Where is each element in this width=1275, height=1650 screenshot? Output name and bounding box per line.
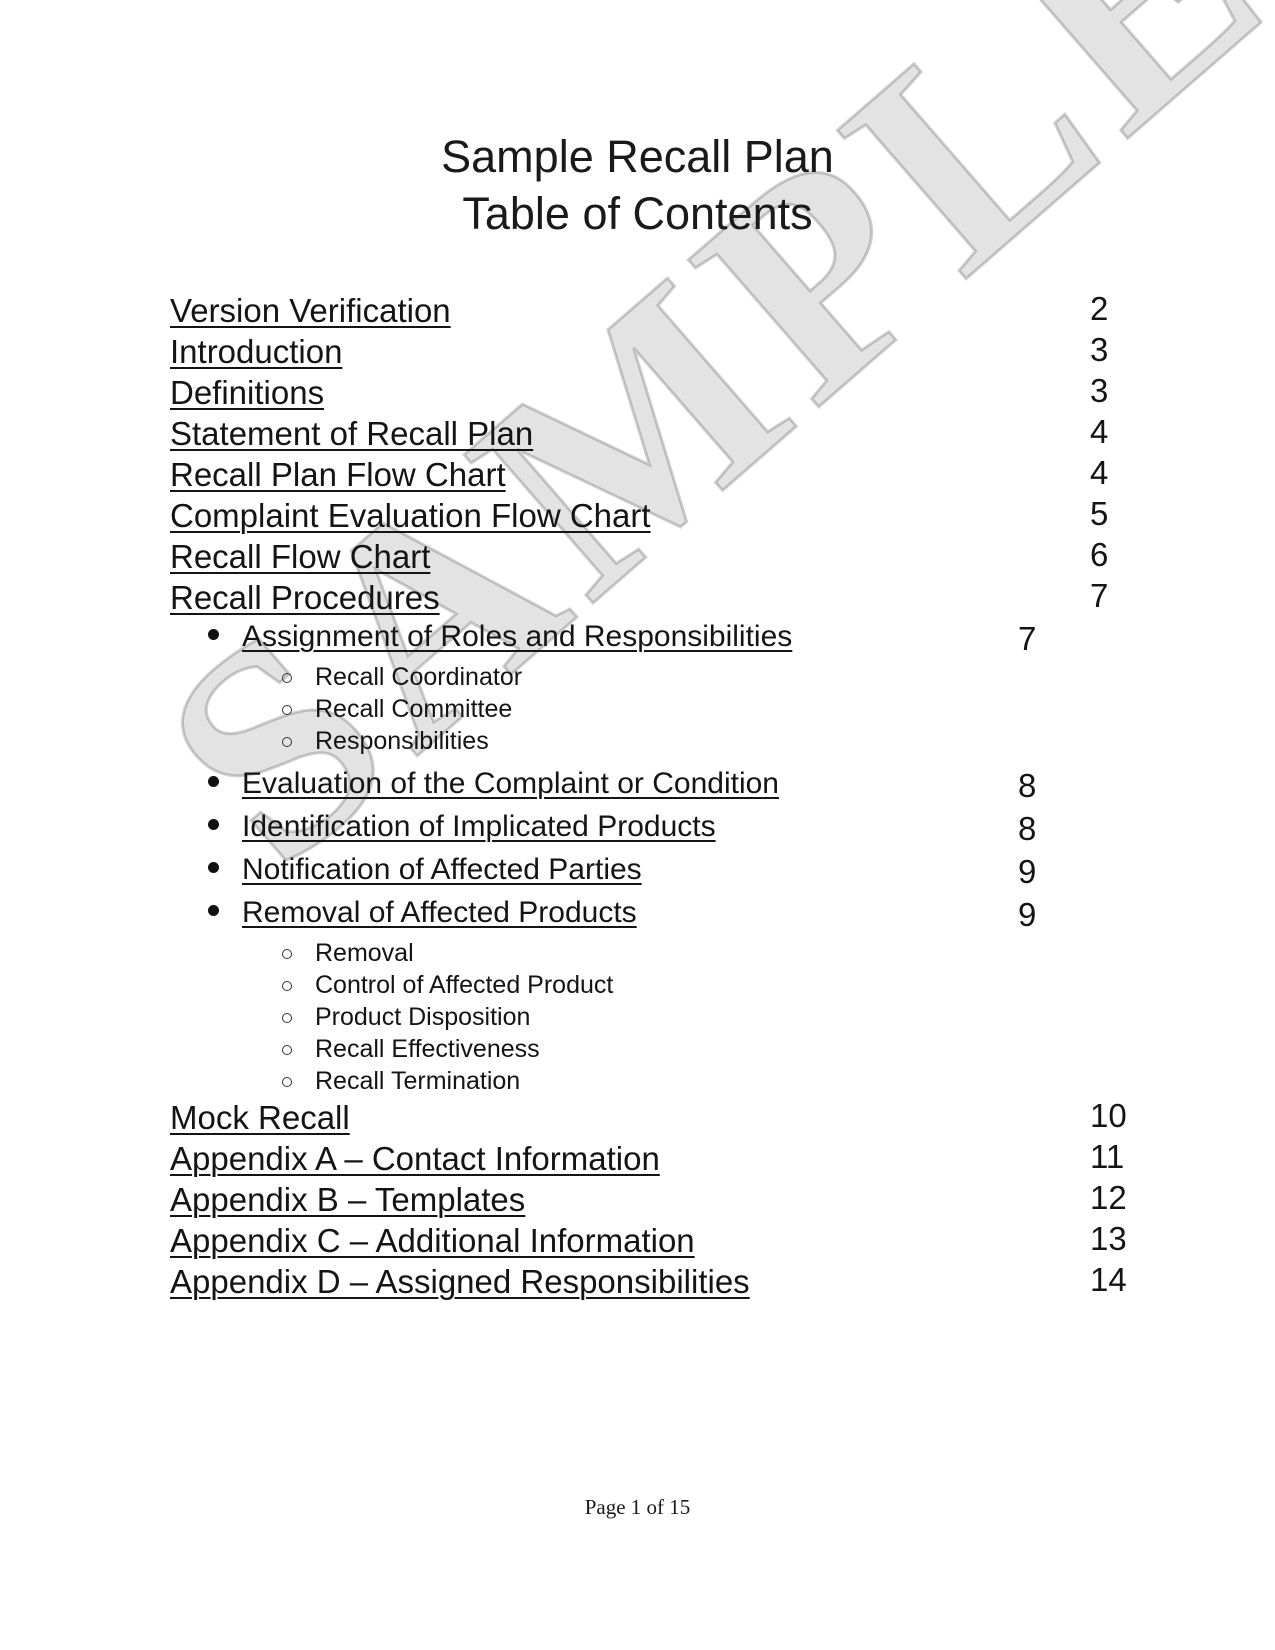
toc-entry[interactable]: Control of Affected Product (170, 971, 1110, 1003)
toc-entry[interactable]: Recall Plan Flow Chart 4 (170, 454, 1110, 497)
toc-entry[interactable]: Recall Flow Chart 6 (170, 536, 1110, 579)
toc-entry-label: Appendix A – Contact Information (170, 1140, 660, 1177)
toc-entry-page-number: 7 (1090, 577, 1109, 614)
toc-entry-label: Complaint Evaluation Flow Chart (170, 497, 651, 534)
toc-entry-label: Introduction (170, 333, 343, 370)
toc-entry-label: Appendix C – Additional Information (170, 1222, 695, 1259)
title-line-2: Table of Contents (462, 188, 813, 239)
page-footer: Page 1 of 15 (584, 1495, 691, 1519)
toc-entry-label: Definitions (170, 374, 325, 411)
bullet-circle-icon (282, 705, 292, 715)
toc-entry-page-number: 10 (1090, 1097, 1127, 1134)
toc-entry-page-number: 4 (1090, 413, 1109, 450)
bullet-circle-icon (282, 949, 292, 959)
toc-entry-label: Appendix D – Assigned Responsibilities (170, 1263, 750, 1300)
toc-entry[interactable]: Product Disposition (170, 1003, 1110, 1035)
toc-entry[interactable]: Introduction 3 (170, 331, 1110, 374)
toc-entry-label: Recall Committee (315, 695, 513, 723)
toc-entry-label: Recall Coordinator (315, 663, 523, 691)
bullet-circle-icon (282, 1013, 292, 1023)
toc-entry[interactable]: Notification of Affected Parties 9 (170, 853, 1110, 896)
toc-entry-label: Statement of Recall Plan (170, 415, 534, 452)
toc-entry[interactable]: Recall Coordinator (170, 663, 1110, 695)
toc-entry-page-number: 8 (1018, 810, 1037, 847)
toc-entry-page-number: 13 (1090, 1220, 1127, 1257)
bullet-circle-icon (282, 1077, 292, 1087)
bullet-disc-icon (208, 776, 219, 787)
toc-entry-page-number: 14 (1090, 1261, 1127, 1298)
toc-entry-page-number: 7 (1018, 620, 1037, 657)
toc-entry[interactable]: Recall Termination (170, 1067, 1110, 1099)
page-title: Sample Recall Plan Table of Contents (0, 128, 1275, 242)
bullet-disc-icon (208, 905, 219, 916)
toc-entry-page-number: 11 (1090, 1138, 1125, 1175)
toc-entry[interactable]: Recall Committee (170, 695, 1110, 727)
toc-entry[interactable]: Version Verification 2 (170, 290, 1110, 333)
toc-entry[interactable]: Recall Procedures 7 (170, 577, 1110, 620)
toc-entry-label: Recall Flow Chart (170, 538, 431, 575)
bullet-disc-icon (208, 629, 219, 640)
toc-entry-label: Removal of Affected Products (242, 896, 637, 929)
toc-entry-label: Product Disposition (315, 1003, 531, 1031)
title-line-1: Sample Recall Plan (441, 131, 834, 182)
toc-entry-page-number: 8 (1018, 767, 1037, 804)
toc-entry-label: Identification of Implicated Products (242, 810, 716, 843)
toc-entry-label: Removal (315, 939, 414, 967)
toc-entry-page-number: 4 (1090, 454, 1109, 491)
toc-entry[interactable]: Complaint Evaluation Flow Chart 5 (170, 495, 1110, 538)
toc-entry-page-number: 6 (1090, 536, 1109, 573)
toc-entry-label: Notification of Affected Parties (242, 853, 642, 886)
toc-entry-label: Recall Procedures (170, 579, 440, 616)
toc-entry[interactable]: Removal (170, 939, 1110, 971)
toc-entry[interactable]: Appendix C – Additional Information 13 (170, 1220, 1127, 1263)
toc-entry-label: Appendix B – Templates (170, 1181, 526, 1218)
toc-entry[interactable]: Appendix A – Contact Information 11 (170, 1138, 1124, 1181)
toc-entry[interactable]: Removal of Affected Products 9 (170, 896, 1110, 939)
bullet-circle-icon (282, 673, 292, 683)
toc-entry[interactable]: Responsibilities (170, 727, 1110, 759)
toc-entry[interactable]: Assignment of Roles and Responsibilities… (170, 620, 1110, 663)
toc-entry-page-number: 2 (1090, 290, 1109, 327)
toc-entry-label: Recall Termination (315, 1067, 521, 1095)
toc-entry-label: Evaluation of the Complaint or Condition (242, 767, 779, 800)
toc-entry[interactable]: Appendix B – Templates 12 (170, 1179, 1127, 1222)
toc-entry-page-number: 3 (1090, 331, 1109, 368)
table-of-contents: Version Verification 2 Introduction 3 Defini… (170, 290, 1127, 1304)
toc-entry-label: Mock Recall (170, 1099, 350, 1136)
document-page: SAMPLE SAMPLE Sample Recall Plan Table o… (0, 0, 1275, 1650)
toc-entry[interactable]: Appendix D – Assigned Responsibilities 14 (170, 1261, 1127, 1304)
bullet-circle-icon (282, 1045, 292, 1055)
toc-entry[interactable]: Definitions 3 (170, 372, 1110, 415)
toc-entry-page-number: 9 (1018, 853, 1037, 890)
toc-entry-page-number: 5 (1090, 495, 1109, 532)
toc-entry-label: Control of Affected Product (315, 971, 614, 999)
bullet-disc-icon (208, 862, 219, 873)
toc-entry-label: Recall Plan Flow Chart (170, 456, 506, 493)
toc-entry[interactable]: Statement of Recall Plan 4 (170, 413, 1110, 456)
toc-entry-page-number: 12 (1090, 1179, 1127, 1216)
toc-entry-page-number: 3 (1090, 372, 1109, 409)
toc-entry[interactable]: Recall Effectiveness (170, 1035, 1110, 1067)
toc-entry-label: Responsibilities (315, 727, 489, 755)
bullet-disc-icon (208, 819, 219, 830)
toc-entry-page-number: 9 (1018, 896, 1037, 933)
toc-entry[interactable]: Mock Recall 10 (170, 1097, 1127, 1140)
toc-entry-label: Recall Effectiveness (315, 1035, 540, 1063)
toc-entry-label: Assignment of Roles and Responsibilities (242, 620, 793, 653)
toc-entry[interactable]: Identification of Implicated Products 8 (170, 810, 1110, 853)
bullet-circle-icon (282, 981, 292, 991)
bullet-circle-icon (282, 737, 292, 747)
toc-entry[interactable]: Evaluation of the Complaint or Condition… (170, 767, 1110, 810)
toc-entry-label: Version Verification (170, 292, 451, 329)
